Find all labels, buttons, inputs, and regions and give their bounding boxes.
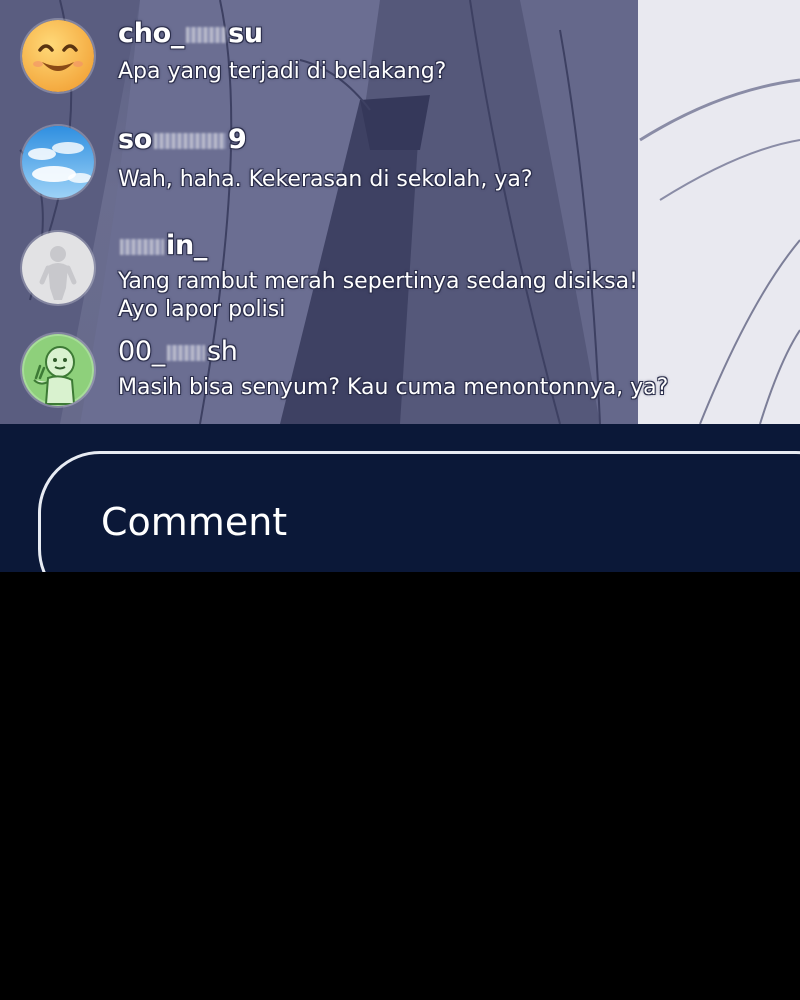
live-chat-overlay: cho_ su Apa yang terjadi di belakang? so… <box>0 0 800 424</box>
smiling-face-avatar[interactable] <box>22 20 94 92</box>
chat-username[interactable]: so 9 <box>118 124 247 155</box>
chat-message-line: Masih bisa senyum? Kau cuma menontonnya,… <box>118 375 669 400</box>
sky-clouds-avatar[interactable] <box>22 126 94 198</box>
chat-message-line: Ayo lapor polisi <box>118 297 286 322</box>
chat-message: in_ Yang rambut merah sepertinya sedang … <box>22 230 782 328</box>
username-visible-end: in_ <box>166 230 208 261</box>
chat-message: 00_ sh Masih bisa senyum? Kau cuma menont… <box>22 334 782 414</box>
green-character-avatar[interactable] <box>22 334 94 406</box>
username-visible-start: so <box>118 124 153 155</box>
chat-username[interactable]: cho_ su <box>118 18 263 49</box>
username-visible-end: 9 <box>228 124 247 155</box>
chat-message-text: Wah, haha. Kekerasan di sekolah, ya? <box>118 166 533 194</box>
username-visible-end: sh <box>206 336 238 367</box>
username-visible-end: su <box>228 18 263 49</box>
username-visible-start: cho_ <box>118 18 185 49</box>
comment-input-placeholder: Comment <box>101 500 288 544</box>
chat-message: cho_ su Apa yang terjadi di belakang? <box>22 18 782 100</box>
chat-message: so 9 Wah, haha. Kekerasan di sekolah, ya? <box>22 124 782 206</box>
default-silhouette-avatar[interactable] <box>22 232 94 304</box>
username-censored-segment <box>120 238 164 255</box>
live-stream-view: cho_ su Apa yang terjadi di belakang? so… <box>0 0 800 424</box>
chat-message-text: Masih bisa senyum? Kau cuma menontonnya,… <box>118 374 668 402</box>
chat-message-text: Yang rambut merah sepertinya sedang disi… <box>118 268 638 324</box>
comment-bar <box>0 424 800 572</box>
chat-message-text: Apa yang terjadi di belakang? <box>118 58 446 86</box>
chat-username[interactable]: in_ <box>118 230 207 261</box>
username-censored-segment <box>186 26 227 43</box>
chat-username[interactable]: 00_ sh <box>118 336 238 367</box>
chat-message-line: Wah, haha. Kekerasan di sekolah, ya? <box>118 167 533 192</box>
username-visible-start: 00_ <box>118 336 165 367</box>
empty-black-area <box>0 572 800 1000</box>
username-censored-segment <box>154 132 227 149</box>
username-censored-segment <box>166 344 205 361</box>
chat-message-line: Apa yang terjadi di belakang? <box>118 59 447 84</box>
chat-message-line: Yang rambut merah sepertinya sedang disi… <box>118 269 638 294</box>
